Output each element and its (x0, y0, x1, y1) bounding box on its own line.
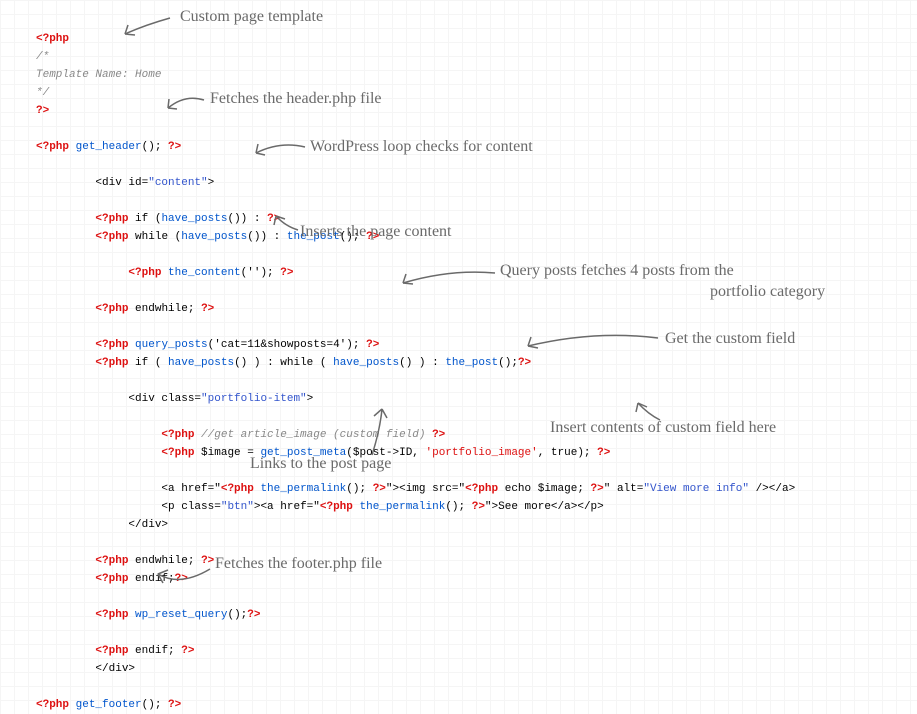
code-block: <?php /* Template Name: Home */ ?> <?php… (36, 12, 917, 714)
arrow-icon (520, 326, 665, 356)
annotation-custom-field: Get the custom field (665, 329, 795, 350)
arrow-icon (250, 135, 310, 160)
arrow-icon (110, 10, 180, 40)
annotation-footer: Fetches the footer.php file (215, 554, 382, 575)
annotation-query-posts-b: portfolio category (710, 282, 825, 303)
arrow-icon (150, 562, 220, 592)
annotation-the-content: Inserts the page content (300, 222, 452, 243)
arrow-icon (630, 400, 670, 425)
annotation-wp-loop: WordPress loop checks for content (310, 137, 533, 158)
annotation-query-posts-a: Query posts fetches 4 posts from the (500, 261, 734, 282)
annotation-custom-template: Custom page template (180, 7, 323, 28)
arrow-icon (360, 405, 400, 460)
annotation-get-header: Fetches the header.php file (210, 89, 382, 110)
arrow-icon (270, 212, 305, 237)
code-diagram: Custom page template Fetches the header.… (0, 0, 917, 646)
arrow-icon (395, 265, 505, 290)
arrow-icon (160, 90, 210, 115)
